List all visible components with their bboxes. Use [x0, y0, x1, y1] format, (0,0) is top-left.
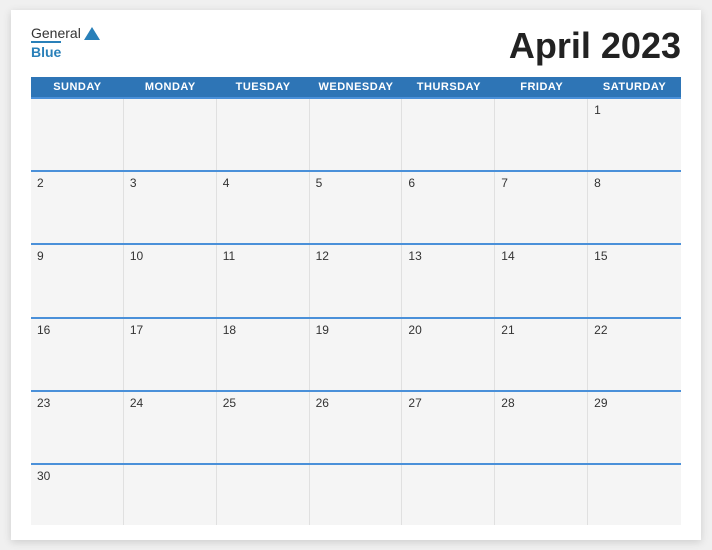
day-header-tuesday: Tuesday: [217, 77, 310, 97]
day-header-sunday: Sunday: [31, 77, 124, 97]
day-cell: 30: [31, 465, 124, 525]
day-header-wednesday: Wednesday: [310, 77, 403, 97]
day-cell: [217, 99, 310, 170]
week-row-2: 2 3 4 5 6 7 8: [31, 170, 681, 243]
day-number: 23: [37, 396, 50, 410]
day-number: 13: [408, 249, 421, 263]
day-cell: 14: [495, 245, 588, 316]
day-cell: [310, 99, 403, 170]
day-cell: 24: [124, 392, 217, 463]
day-cell: 29: [588, 392, 681, 463]
day-number: 12: [316, 249, 329, 263]
day-cell: [402, 465, 495, 525]
day-number: 10: [130, 249, 143, 263]
logo-blue-text: Blue: [31, 41, 61, 60]
day-header-monday: Monday: [124, 77, 217, 97]
day-cell: 26: [310, 392, 403, 463]
day-cell: 2: [31, 172, 124, 243]
day-cell: 7: [495, 172, 588, 243]
logo-general-text: General: [31, 25, 81, 41]
day-cell: 10: [124, 245, 217, 316]
day-number: 9: [37, 249, 44, 263]
day-number: 27: [408, 396, 421, 410]
day-cell: 13: [402, 245, 495, 316]
day-cell: 22: [588, 319, 681, 390]
day-number: 5: [316, 176, 323, 190]
day-cell: 3: [124, 172, 217, 243]
day-cell: [310, 465, 403, 525]
day-cell: 28: [495, 392, 588, 463]
week-row-1: 1: [31, 97, 681, 170]
logo-top-line: General: [31, 25, 100, 41]
day-number: 7: [501, 176, 508, 190]
week-row-6: 30: [31, 463, 681, 525]
week-row-5: 23 24 25 26 27 28 29: [31, 390, 681, 463]
calendar-grid: SundayMondayTuesdayWednesdayThursdayFrid…: [31, 77, 681, 525]
week-row-4: 16 17 18 19 20 21 22: [31, 317, 681, 390]
day-cell: 23: [31, 392, 124, 463]
calendar-body: 1234567891011121314151617181920212223242…: [31, 97, 681, 525]
day-cell: 21: [495, 319, 588, 390]
day-cell: [495, 465, 588, 525]
day-cell: 16: [31, 319, 124, 390]
day-number: 3: [130, 176, 137, 190]
calendar-header: General Blue April 2023: [31, 25, 681, 67]
day-number: 6: [408, 176, 415, 190]
day-header-saturday: Saturday: [588, 77, 681, 97]
day-cell: 9: [31, 245, 124, 316]
day-number: 1: [594, 103, 601, 117]
day-cell: 4: [217, 172, 310, 243]
day-number: 4: [223, 176, 230, 190]
day-number: 20: [408, 323, 421, 337]
day-cell: [588, 465, 681, 525]
day-cell: [124, 99, 217, 170]
day-number: 21: [501, 323, 514, 337]
day-cell: [402, 99, 495, 170]
day-cell: 6: [402, 172, 495, 243]
day-number: 15: [594, 249, 607, 263]
day-cell: [217, 465, 310, 525]
day-headers: SundayMondayTuesdayWednesdayThursdayFrid…: [31, 77, 681, 97]
week-row-3: 9 10 11 12 13 14 15: [31, 243, 681, 316]
day-cell: [495, 99, 588, 170]
day-header-friday: Friday: [495, 77, 588, 97]
day-cell: 5: [310, 172, 403, 243]
day-cell: [31, 99, 124, 170]
day-cell: [124, 465, 217, 525]
day-number: 24: [130, 396, 143, 410]
day-number: 18: [223, 323, 236, 337]
day-cell: 18: [217, 319, 310, 390]
day-cell: 25: [217, 392, 310, 463]
day-number: 8: [594, 176, 601, 190]
month-title: April 2023: [509, 25, 681, 67]
day-cell: 17: [124, 319, 217, 390]
day-cell: 19: [310, 319, 403, 390]
logo-triangle-icon: [84, 27, 100, 40]
day-number: 2: [37, 176, 44, 190]
logo: General Blue: [31, 25, 100, 60]
day-number: 30: [37, 469, 50, 483]
day-cell: 11: [217, 245, 310, 316]
day-cell: 15: [588, 245, 681, 316]
day-number: 28: [501, 396, 514, 410]
day-number: 17: [130, 323, 143, 337]
day-cell: 8: [588, 172, 681, 243]
day-cell: 20: [402, 319, 495, 390]
day-number: 29: [594, 396, 607, 410]
day-cell: 12: [310, 245, 403, 316]
calendar-container: General Blue April 2023 SundayMondayTues…: [11, 10, 701, 540]
day-number: 22: [594, 323, 607, 337]
day-number: 26: [316, 396, 329, 410]
day-number: 16: [37, 323, 50, 337]
day-header-thursday: Thursday: [402, 77, 495, 97]
day-cell: 27: [402, 392, 495, 463]
day-cell: 1: [588, 99, 681, 170]
day-number: 25: [223, 396, 236, 410]
day-number: 14: [501, 249, 514, 263]
day-number: 11: [223, 249, 235, 263]
day-number: 19: [316, 323, 329, 337]
